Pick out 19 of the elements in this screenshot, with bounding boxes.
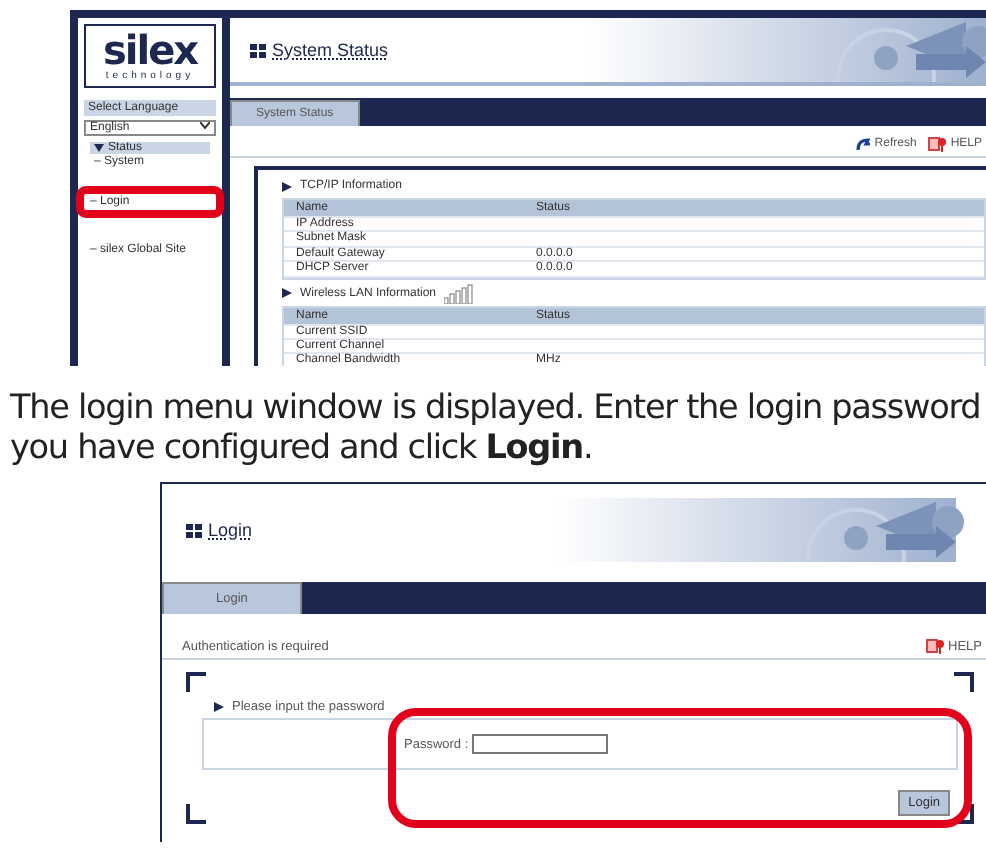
grid-icon	[186, 523, 202, 537]
corner-bracket	[186, 672, 206, 692]
caret-down-icon	[94, 144, 104, 152]
logo-wordmark: silex	[102, 30, 198, 70]
corner-bracket	[954, 804, 974, 824]
chevron-down-icon	[200, 122, 210, 130]
triangle-icon	[214, 702, 224, 712]
instruction-text: The login menu window is displayed. Enter the login password you have configured and click Login.	[10, 386, 983, 466]
triangle-icon	[282, 181, 292, 191]
triangle-icon	[282, 288, 292, 299]
corner-bracket	[954, 672, 974, 692]
refresh-icon	[856, 137, 871, 151]
help-book-icon	[928, 136, 947, 152]
page-title: Login	[208, 520, 253, 540]
password-field[interactable]	[472, 734, 609, 754]
corner-bracket	[186, 804, 206, 824]
help-book-icon	[926, 638, 945, 654]
grid-icon	[250, 43, 266, 57]
page-title: System Status	[272, 40, 389, 60]
